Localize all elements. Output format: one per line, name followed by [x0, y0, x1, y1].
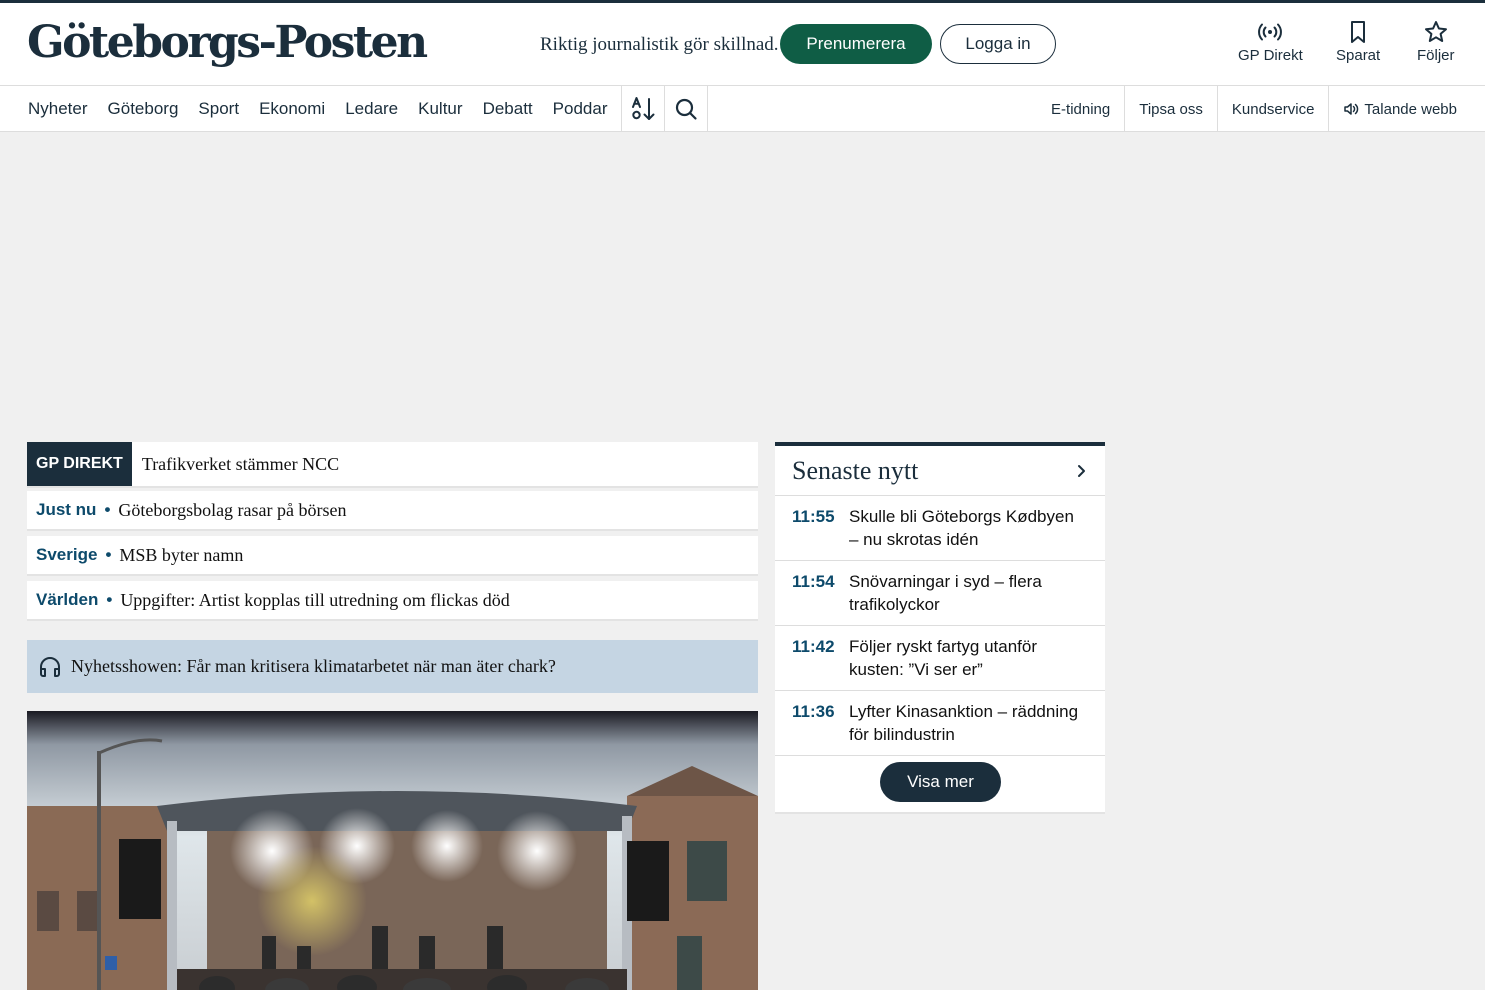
tipsa-oss-link[interactable]: Tipsa oss: [1124, 86, 1217, 132]
nav-item-sport[interactable]: Sport: [198, 99, 239, 119]
kundservice-label: Kundservice: [1231, 100, 1315, 118]
search-button[interactable]: [664, 86, 708, 132]
gp-direkt-badge: GP DIREKT: [27, 442, 132, 486]
gp-direkt-banner[interactable]: GP DIREKT Trafikverket stämmer NCC: [27, 442, 758, 486]
news-headline: Följer ryskt fartyg utanför kusten: ”Vi …: [849, 637, 1038, 679]
news-brief[interactable]: Just nu • Göteborgsbolag rasar på börsen: [27, 491, 758, 529]
latest-news-title: Senaste nytt: [792, 455, 919, 485]
article-hero-image[interactable]: [27, 711, 758, 990]
news-time: 11:36: [792, 702, 835, 721]
brief-headline: Uppgifter: Artist kopplas till utredning…: [120, 589, 510, 610]
gp-direkt-button[interactable]: GP Direkt: [1238, 19, 1303, 64]
site-logo[interactable]: Göteborgs-Posten: [27, 17, 428, 69]
latest-news-item[interactable]: 11:36 Lyfter Kinasanktion – räddning för…: [775, 691, 1105, 756]
broadcast-icon: [1258, 23, 1283, 41]
tagline: Riktig journalistik gör skillnad.: [540, 34, 779, 55]
bullet-separator: •: [106, 590, 113, 609]
news-brief[interactable]: Sverige • MSB byter namn: [27, 536, 758, 574]
nav-item-kultur[interactable]: Kultur: [418, 99, 462, 119]
e-tidning-label: E-tidning: [1051, 100, 1111, 118]
search-icon: [675, 98, 697, 120]
gp-direkt-label: GP Direkt: [1238, 47, 1303, 64]
tipsa-oss-label: Tipsa oss: [1139, 100, 1203, 118]
following-button[interactable]: Följer: [1417, 19, 1455, 64]
nav-item-goteborg[interactable]: Göteborg: [108, 99, 179, 119]
gp-direkt-headline: Trafikverket stämmer NCC: [141, 453, 340, 474]
saved-label: Sparat: [1336, 47, 1381, 64]
nav-item-nyheter[interactable]: Nyheter: [28, 99, 88, 119]
bullet-separator: •: [105, 545, 112, 564]
latest-news-item[interactable]: 11:54 Snövarningar i syd – flera trafiko…: [775, 561, 1105, 626]
chevron-right-icon: [1078, 464, 1085, 477]
news-headline: Lyfter Kinasanktion – räddning för bilin…: [849, 702, 1079, 744]
latest-news-header[interactable]: Senaste nytt: [775, 446, 1105, 496]
news-headline: Snövarningar i syd – flera trafikolyckor: [849, 572, 1042, 614]
saved-button[interactable]: Sparat: [1336, 19, 1380, 64]
headphones-icon: [40, 656, 60, 677]
brief-category: Just nu: [36, 500, 97, 519]
podcast-teaser[interactable]: Nyhetsshowen: Får man kritisera klimatar…: [27, 640, 758, 693]
brief-headline: MSB byter namn: [119, 544, 244, 565]
news-time: 11:42: [792, 637, 835, 656]
news-headline: Skulle bli Göteborgs Kødbyen – nu skrota…: [849, 507, 1074, 549]
kundservice-link[interactable]: Kundservice: [1216, 86, 1329, 132]
subscribe-button[interactable]: Prenumerera: [780, 24, 932, 64]
brief-category: Sverige: [36, 545, 98, 564]
talande-webb-label: Talande webb: [1364, 100, 1457, 118]
brief-headline: Göteborgsbolag rasar på börsen: [118, 499, 347, 520]
podcast-title: Nyhetsshowen: Får man kritisera klimatar…: [71, 656, 556, 676]
site-header: Göteborgs-Posten Riktig journalistik gör…: [0, 0, 1485, 86]
sort-icon: [631, 97, 654, 120]
latest-news-item[interactable]: 11:42 Följer ryskt fartyg utanför kusten…: [775, 626, 1105, 691]
login-button[interactable]: Logga in: [940, 24, 1056, 64]
star-icon: [1424, 21, 1447, 42]
nav-item-ledare[interactable]: Ledare: [345, 99, 398, 119]
main-nav: Nyheter Göteborg Sport Ekonomi Ledare Ku…: [0, 86, 1485, 132]
news-brief[interactable]: Världen • Uppgifter: Artist kopplas till…: [27, 581, 758, 619]
sort-button[interactable]: [621, 86, 665, 132]
news-time: 11:55: [792, 507, 835, 526]
speaker-icon: [1344, 103, 1359, 115]
following-label: Följer: [1417, 47, 1455, 64]
talande-webb-button[interactable]: Talande webb: [1328, 86, 1471, 132]
show-more-button[interactable]: Visa mer: [880, 762, 1001, 802]
bookmark-icon: [1351, 21, 1366, 43]
bullet-separator: •: [104, 500, 111, 519]
nav-item-ekonomi[interactable]: Ekonomi: [259, 99, 325, 119]
nav-item-debatt[interactable]: Debatt: [483, 99, 533, 119]
e-tidning-link[interactable]: E-tidning: [1037, 86, 1124, 132]
brief-category: Världen: [36, 590, 99, 609]
latest-news-item[interactable]: 11:55 Skulle bli Göteborgs Kødbyen – nu …: [775, 496, 1105, 561]
nav-item-poddar[interactable]: Poddar: [553, 99, 608, 119]
news-time: 11:54: [792, 572, 835, 591]
latest-news-panel: Senaste nytt 11:55 Skulle bli Göteborgs …: [775, 442, 1105, 812]
concert-stage-photo: [27, 711, 758, 990]
